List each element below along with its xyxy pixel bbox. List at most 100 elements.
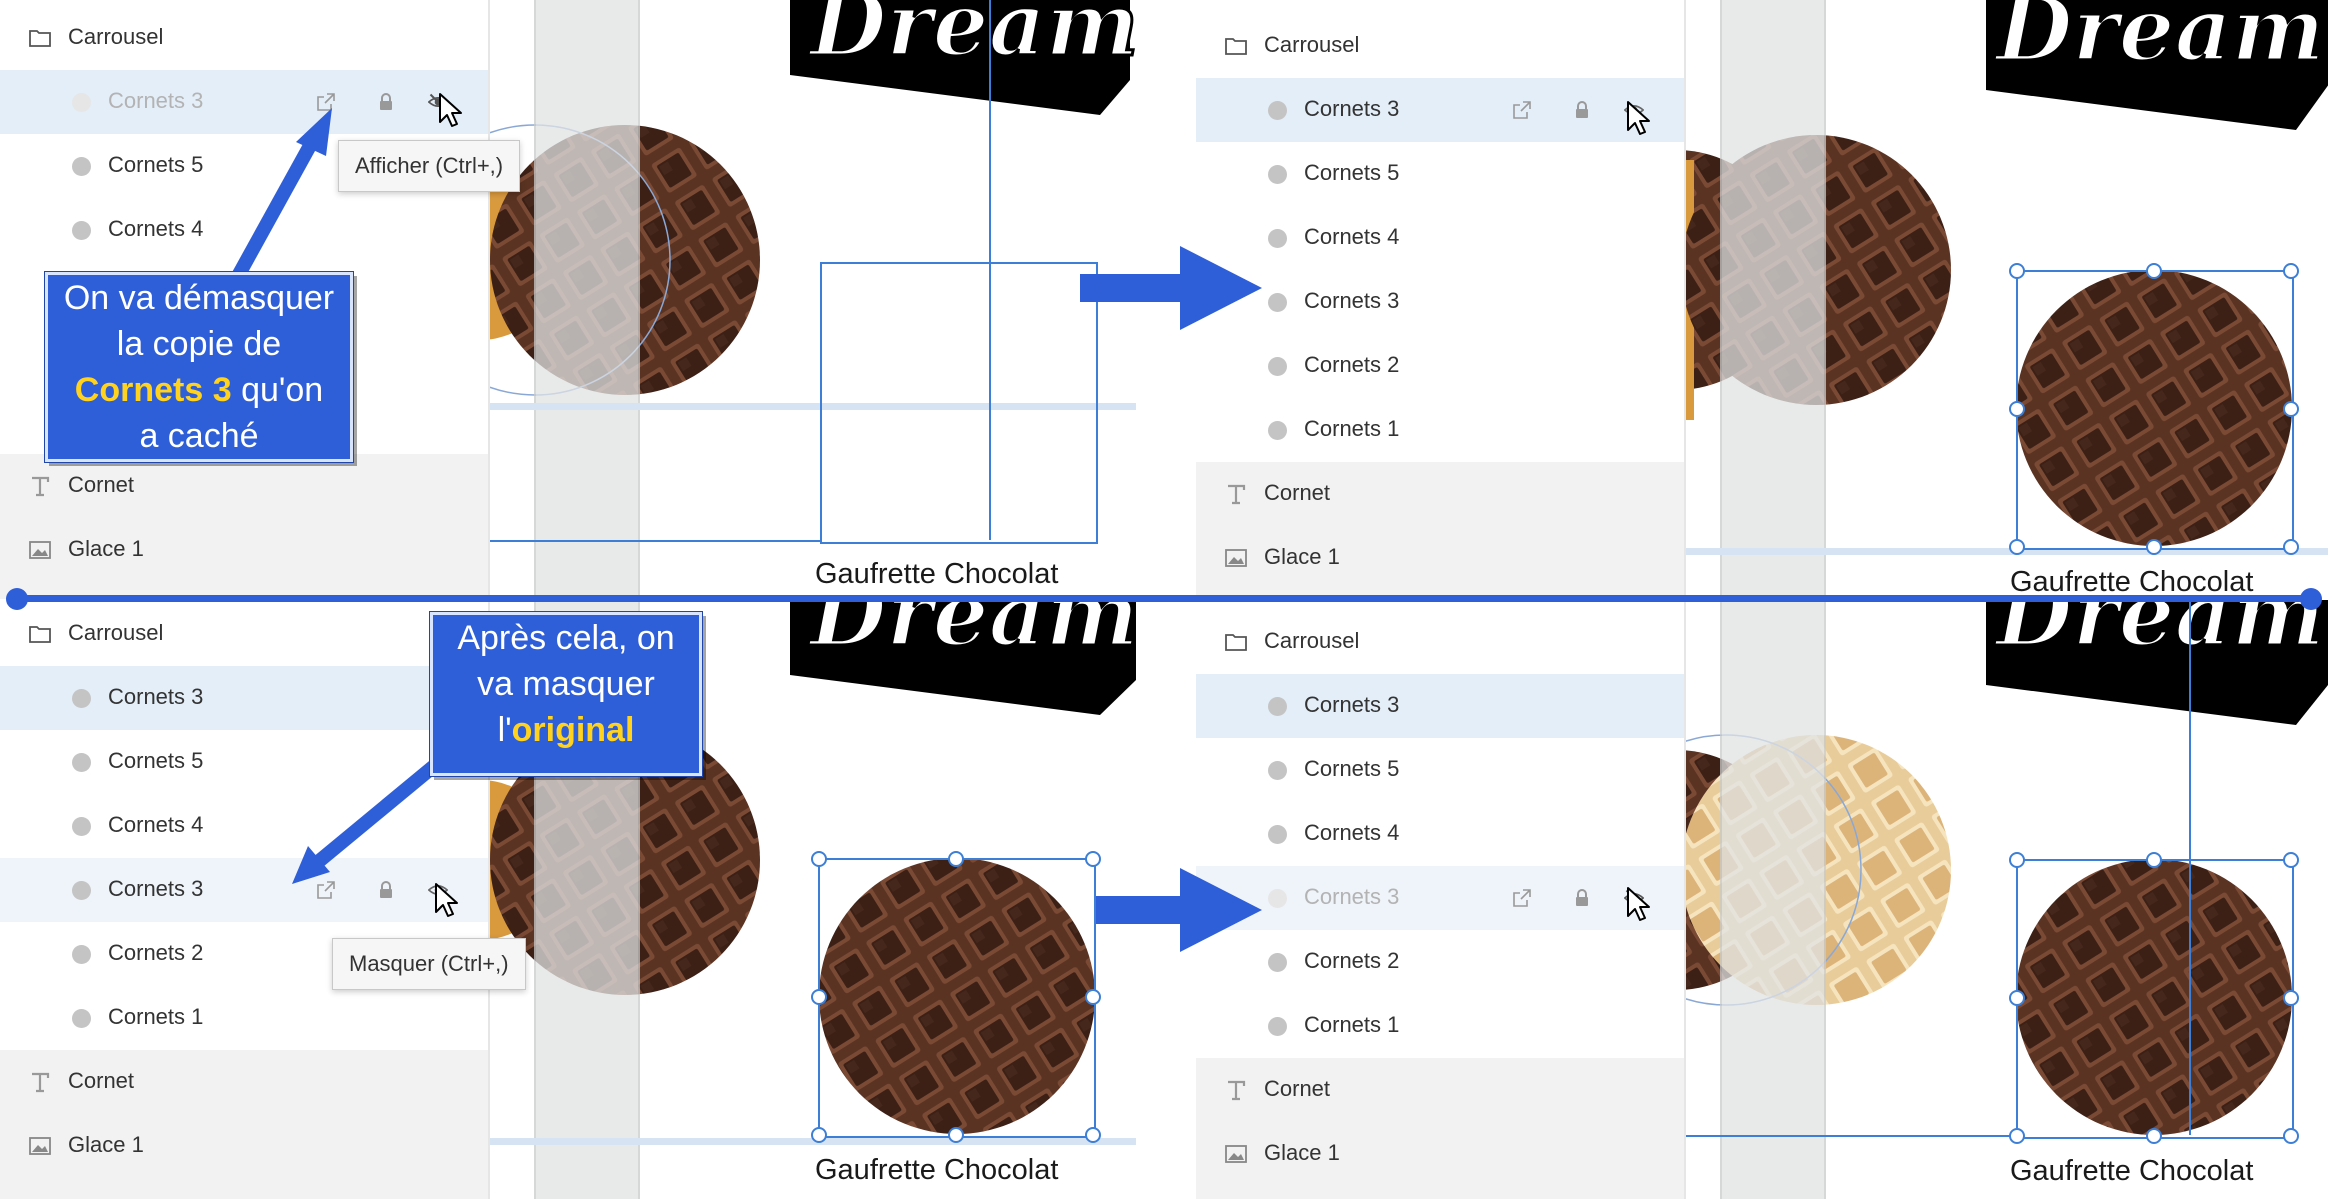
layer-item-cornets-3-original[interactable]: Cornets 3 <box>1196 866 1684 930</box>
resize-handle[interactable] <box>2283 852 2299 868</box>
layer-group-carrousel[interactable]: Carrousel <box>1196 14 1684 78</box>
resize-handle[interactable] <box>2009 539 2025 555</box>
resize-handle[interactable] <box>2146 1128 2162 1144</box>
external-link-icon[interactable] <box>316 92 336 112</box>
layer-text-cornet[interactable]: Cornet <box>1196 1058 1684 1122</box>
layer-item-cornets-4[interactable]: Cornets 4 <box>1196 206 1684 270</box>
resize-handle[interactable] <box>2009 263 2025 279</box>
callout-line: Après cela, on <box>457 619 675 657</box>
folder-icon <box>1224 34 1248 58</box>
resize-handle[interactable] <box>2283 401 2299 417</box>
layer-label: Cornets 4 <box>108 216 204 241</box>
layer-label: Carrousel <box>68 24 164 49</box>
layer-item-cornets-2[interactable]: Cornets 2 <box>1196 334 1684 398</box>
resize-handle[interactable] <box>2146 263 2162 279</box>
logo-text: Dream <box>807 600 1136 666</box>
lock-icon[interactable] <box>1572 100 1592 120</box>
selection-box[interactable] <box>2016 859 2294 1139</box>
layer-image-glace-1[interactable]: Glace 1 <box>0 1114 488 1199</box>
layer-item-cornets-4[interactable]: Cornets 4 <box>0 198 488 262</box>
guide-line <box>490 540 820 542</box>
resize-handle[interactable] <box>2009 852 2025 868</box>
selection-box[interactable] <box>818 858 1096 1138</box>
layer-label: Cornet <box>68 472 135 497</box>
layer-label: Cornets 2 <box>1304 352 1400 377</box>
layer-item-cornets-3-original[interactable]: Cornets 3 <box>0 858 488 922</box>
divider-end-dot <box>6 588 28 610</box>
resize-handle[interactable] <box>2283 1128 2299 1144</box>
layer-group-carrousel[interactable]: Carrousel <box>0 602 488 666</box>
resize-handle[interactable] <box>948 1127 964 1143</box>
resize-handle[interactable] <box>1085 1127 1101 1143</box>
layer-thumbnail <box>1268 761 1287 780</box>
resize-handle[interactable] <box>811 989 827 1005</box>
resize-handle[interactable] <box>2146 852 2162 868</box>
layer-group-carrousel[interactable]: Carrousel <box>0 6 488 70</box>
resize-handle[interactable] <box>811 851 827 867</box>
layer-group-carrousel[interactable]: Carrousel <box>1196 610 1684 674</box>
layer-item-cornets-4[interactable]: Cornets 4 <box>1196 802 1684 866</box>
design-canvas[interactable]: Dream Gaufrette Chocolat <box>490 0 1136 599</box>
layer-label: Cornets 3 <box>108 88 204 113</box>
logo-text: Dream <box>1993 600 2325 666</box>
resize-handle[interactable] <box>2009 990 2025 1006</box>
external-link-icon[interactable] <box>1512 888 1532 908</box>
layer-item-cornets-1[interactable]: Cornets 1 <box>0 986 488 1050</box>
layer-item-cornets-5[interactable]: Cornets 5 <box>1196 142 1684 206</box>
resize-handle[interactable] <box>1085 989 1101 1005</box>
callout-highlight: original <box>511 711 635 749</box>
external-link-icon[interactable] <box>316 880 336 900</box>
layer-image-glace-1[interactable]: Glace 1 <box>1196 1122 1684 1199</box>
resize-handle[interactable] <box>2283 539 2299 555</box>
layer-item-cornets-3[interactable]: Cornets 3 <box>0 666 488 730</box>
layer-thumbnail <box>72 817 91 836</box>
layer-item-cornets-2[interactable]: Cornets 2 <box>1196 930 1684 994</box>
image-icon <box>28 538 52 562</box>
layer-thumbnail <box>72 881 91 900</box>
resize-handle[interactable] <box>2009 401 2025 417</box>
callout-line: a caché <box>139 417 259 455</box>
external-link-icon[interactable] <box>1512 100 1532 120</box>
layer-image-glace-1[interactable]: Glace 1 <box>0 518 488 599</box>
eye-off-icon[interactable] <box>428 92 448 112</box>
callout-line: On va démasquer <box>63 279 335 317</box>
design-canvas[interactable]: Dream Gaufrette Chocolat <box>1686 0 2328 599</box>
layer-label: Cornet <box>1264 480 1331 505</box>
resize-handle[interactable] <box>948 851 964 867</box>
folder-icon <box>1224 630 1248 654</box>
eye-icon[interactable] <box>428 880 448 900</box>
layer-thumbnail <box>1268 293 1287 312</box>
layer-label: Carrousel <box>1264 628 1360 653</box>
selection-box[interactable] <box>2016 270 2294 550</box>
resize-handle[interactable] <box>2009 1128 2025 1144</box>
layer-label: Cornets 3 <box>108 876 204 901</box>
lock-icon[interactable] <box>376 880 396 900</box>
lock-icon[interactable] <box>376 92 396 112</box>
design-canvas[interactable]: Dream Gaufrette Chocolat <box>1686 600 2328 1199</box>
layer-item-cornets-3[interactable]: Cornets 3 <box>1196 674 1684 738</box>
lock-icon[interactable] <box>1572 888 1592 908</box>
resize-handle[interactable] <box>1085 851 1101 867</box>
layer-text-cornet[interactable]: Cornet <box>0 1050 488 1114</box>
resize-handle[interactable] <box>2283 263 2299 279</box>
resize-handle[interactable] <box>2283 990 2299 1006</box>
eye-off-icon[interactable] <box>1624 888 1644 908</box>
layer-item-cornets-3[interactable]: Cornets 3 <box>1196 78 1684 142</box>
layer-item-cornets-3[interactable]: Cornets 3 <box>0 70 488 134</box>
empty-frame[interactable] <box>820 262 1098 544</box>
layer-label: Cornets 4 <box>1304 820 1400 845</box>
layer-item-cornets-3[interactable]: Cornets 3 <box>1196 270 1684 334</box>
eye-icon[interactable] <box>1624 100 1644 120</box>
resize-handle[interactable] <box>811 1127 827 1143</box>
layer-text-cornet[interactable]: Cornet <box>0 454 488 518</box>
layer-image-glace-1[interactable]: Glace 1 <box>1196 526 1684 599</box>
layer-item-cornets-1[interactable]: Cornets 1 <box>1196 994 1684 1058</box>
layer-item-cornets-5[interactable]: Cornets 5 <box>1196 738 1684 802</box>
layer-item-cornets-5[interactable]: Cornets 5 <box>0 730 488 794</box>
layer-text-cornet[interactable]: Cornet <box>1196 462 1684 526</box>
layer-label: Cornets 1 <box>1304 416 1400 441</box>
image-icon <box>1224 1142 1248 1166</box>
layer-item-cornets-1[interactable]: Cornets 1 <box>1196 398 1684 462</box>
resize-handle[interactable] <box>2146 539 2162 555</box>
layer-item-cornets-4[interactable]: Cornets 4 <box>0 794 488 858</box>
